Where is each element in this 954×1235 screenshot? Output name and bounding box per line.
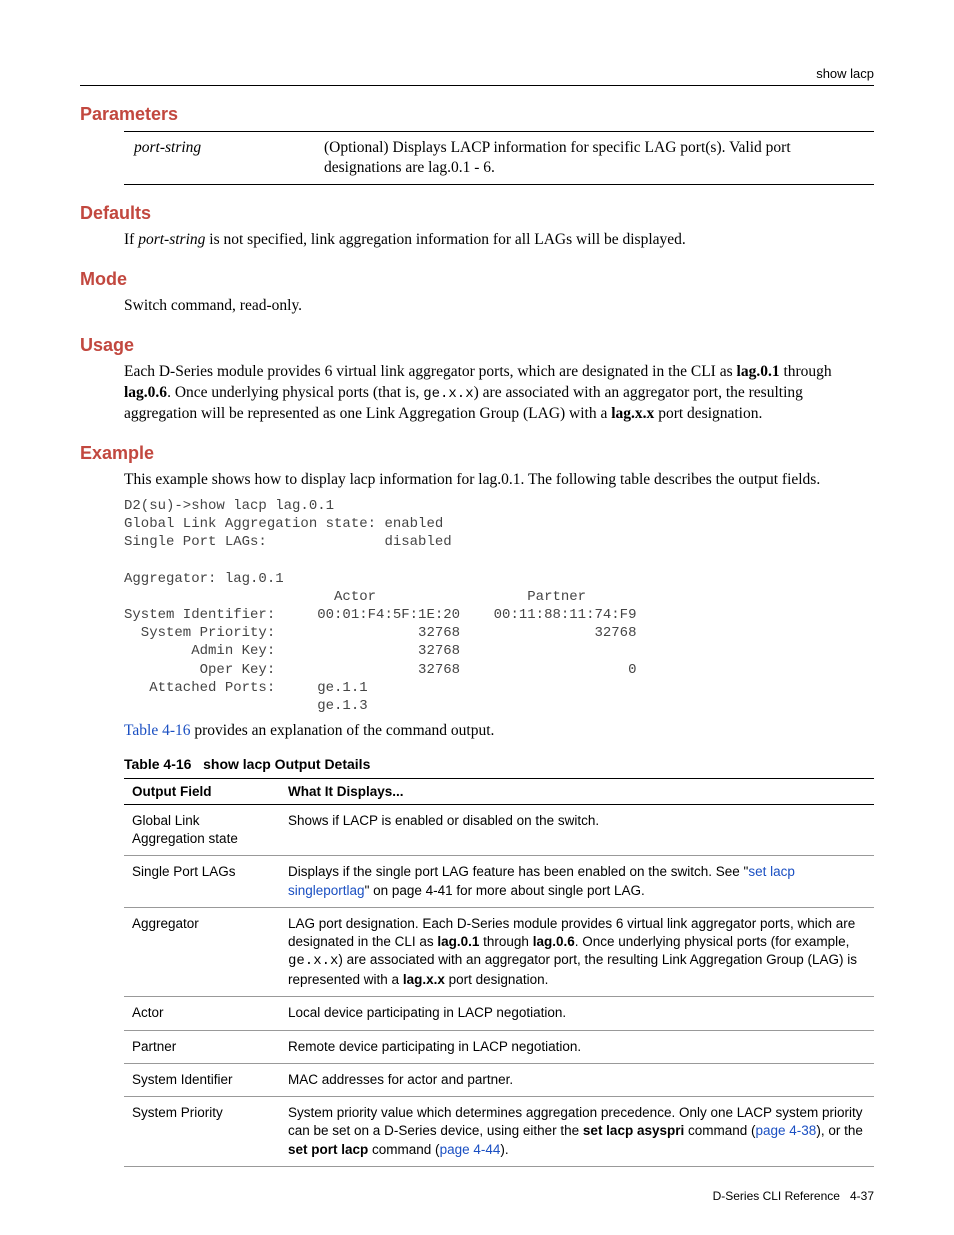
table-row: System Identifier MAC addresses for acto… xyxy=(124,1063,874,1096)
section-heading-example: Example xyxy=(80,443,874,464)
section-heading-parameters: Parameters xyxy=(80,104,874,125)
page-4-38-link[interactable]: page 4-38 xyxy=(756,1123,817,1138)
mode-text: Switch command, read-only. xyxy=(124,296,874,317)
table-row: Global Link Aggregation state Shows if L… xyxy=(124,804,874,855)
page-4-44-link[interactable]: page 4-44 xyxy=(440,1142,501,1157)
col-output-field: Output Field xyxy=(124,778,280,804)
page-footer: D-Series CLI Reference 4-37 xyxy=(713,1189,874,1203)
table-reference-text: Table 4-16 provides an explanation of th… xyxy=(124,721,874,742)
table-row: System Priority System priority value wh… xyxy=(124,1097,874,1167)
col-what-it-displays: What It Displays... xyxy=(280,778,874,804)
header-breadcrumb: show lacp xyxy=(816,66,874,81)
example-intro: This example shows how to display lacp i… xyxy=(124,470,874,491)
section-heading-usage: Usage xyxy=(80,335,874,356)
output-details-table: Output Field What It Displays... Global … xyxy=(124,778,874,1167)
param-name: port-string xyxy=(124,132,314,185)
table-row: Partner Remote device participating in L… xyxy=(124,1030,874,1063)
page: show lacp Parameters port-string (Option… xyxy=(0,0,954,1235)
table-row: Actor Local device participating in LACP… xyxy=(124,997,874,1030)
table-header-row: Output Field What It Displays... xyxy=(124,778,874,804)
section-heading-defaults: Defaults xyxy=(80,203,874,224)
defaults-text: If port-string is not specified, link ag… xyxy=(124,230,874,251)
table-row: Single Port LAGs Displays if the single … xyxy=(124,856,874,907)
table-row: Aggregator LAG port designation. Each D-… xyxy=(124,907,874,997)
usage-text: Each D-Series module provides 6 virtual … xyxy=(124,362,874,425)
section-heading-mode: Mode xyxy=(80,269,874,290)
page-header: show lacp xyxy=(80,66,874,86)
table-ref-link[interactable]: Table 4-16 xyxy=(124,722,191,739)
table-caption: Table 4-16 show lacp Output Details xyxy=(124,756,874,772)
param-desc: (Optional) Displays LACP information for… xyxy=(314,132,874,185)
parameters-table: port-string (Optional) Displays LACP inf… xyxy=(124,131,874,185)
example-terminal-output: D2(su)->show lacp lag.0.1 Global Link Ag… xyxy=(124,497,874,715)
